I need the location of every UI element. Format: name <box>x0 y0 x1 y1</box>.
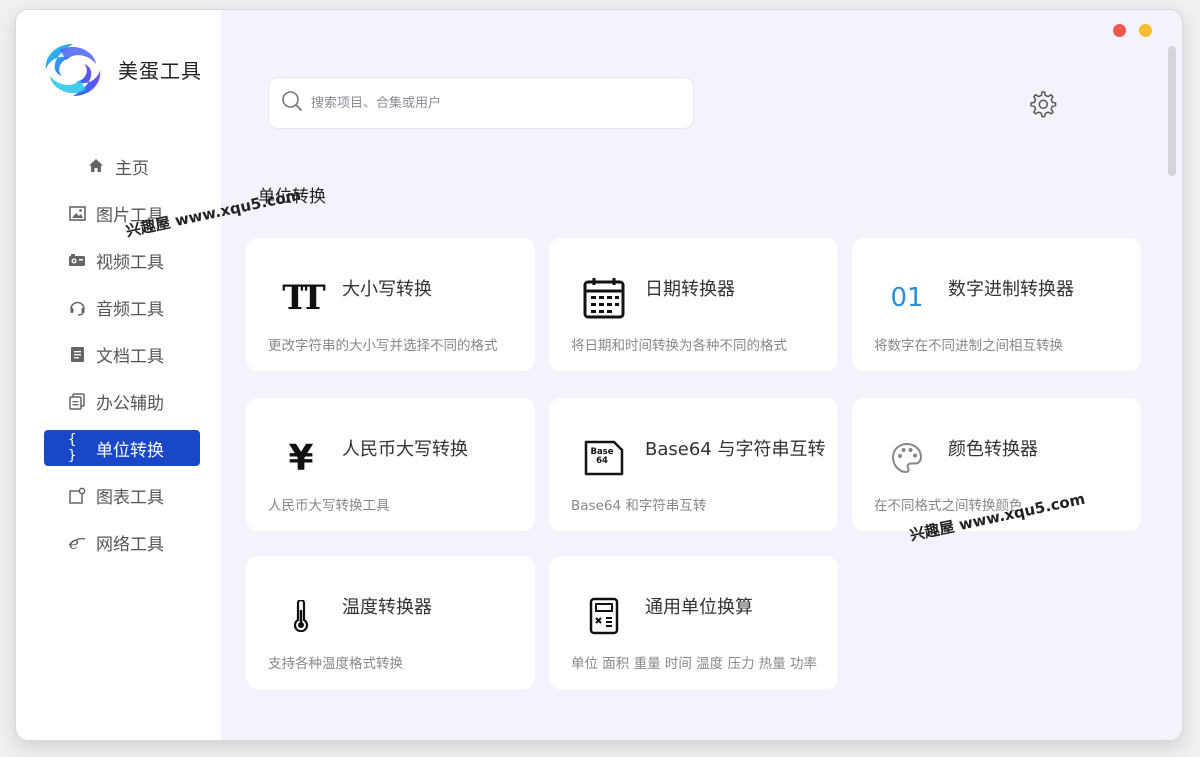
card-description: 人民币大写转换工具 <box>268 498 390 514</box>
card-title: 数字进制转换器 <box>948 279 1074 300</box>
chart-icon <box>68 486 86 504</box>
close-window-button[interactable] <box>1113 24 1126 37</box>
search-icon <box>281 90 303 116</box>
sidebar-item-network-tools[interactable]: e 网络工具 <box>44 524 200 560</box>
base64-file-icon: Base 64 <box>582 436 626 480</box>
sidebar-item-home[interactable]: 主页 <box>44 148 200 184</box>
sidebar-item-label: 办公辅助 <box>96 393 164 414</box>
sidebar-item-office-assist[interactable]: 办公辅助 <box>44 383 200 419</box>
tool-card-date-converter[interactable]: 日期转换器 将日期和时间转换为各种不同的格式 <box>549 238 838 371</box>
sidebar-item-document-tools[interactable]: 文档工具 <box>44 336 200 372</box>
tool-card-base64[interactable]: Base 64 Base64 与字符串互转 Base64 和字符串互转 <box>549 398 838 531</box>
browser-icon: e <box>68 533 86 551</box>
sidebar-item-video-tools[interactable]: 视频工具 <box>44 242 200 278</box>
sidebar-item-label: 图表工具 <box>96 487 164 508</box>
scrollbar[interactable] <box>1166 40 1176 730</box>
scrollbar-thumb[interactable] <box>1168 46 1176 176</box>
card-title: 人民币大写转换 <box>342 439 468 460</box>
tool-card-temperature-converter[interactable]: 温度转换器 支持各种温度格式转换 <box>246 556 535 689</box>
palette-icon <box>885 436 929 480</box>
document-icon <box>68 345 86 363</box>
tool-card-number-base-converter[interactable]: 01 数字进制转换器 将数字在不同进制之间相互转换 <box>852 238 1141 371</box>
home-icon <box>87 157 105 175</box>
yuan-icon: ¥ <box>288 437 314 479</box>
sidebar-item-label: 文档工具 <box>96 346 164 367</box>
text-case-icon: TT <box>282 278 325 318</box>
sidebar: 美蛋工具 主页 图片工具 视频工具 音频工具 文档工具 办公辅助 {} 单位转… <box>16 10 221 740</box>
sidebar-item-label: 单位转换 <box>96 440 164 461</box>
sidebar-item-chart-tools[interactable]: 图表工具 <box>44 477 200 513</box>
card-title: 日期转换器 <box>645 279 735 300</box>
search-bar[interactable] <box>268 77 694 129</box>
search-input[interactable] <box>311 95 671 111</box>
card-description: 单位 面积 重量 时间 温度 压力 热量 功率 <box>571 656 818 672</box>
headphones-icon <box>68 298 86 316</box>
card-title: 颜色转换器 <box>948 439 1038 460</box>
card-title: Base64 与字符串互转 <box>645 439 826 460</box>
sidebar-item-audio-tools[interactable]: 音频工具 <box>44 289 200 325</box>
binary-icon: 01 <box>890 283 924 313</box>
gear-icon <box>1030 91 1057 118</box>
tool-card-rmb-uppercase[interactable]: ¥ 人民币大写转换 人民币大写转换工具 <box>246 398 535 531</box>
card-description: 将数字在不同进制之间相互转换 <box>874 338 1063 354</box>
sidebar-item-label: 视频工具 <box>96 252 164 273</box>
card-description: Base64 和字符串互转 <box>571 498 707 514</box>
tool-card-case-converter[interactable]: TT 大小写转换 更改字符串的大小写并选择不同的格式 <box>246 238 535 371</box>
card-description: 将日期和时间转换为各种不同的格式 <box>571 338 787 354</box>
card-description: 支持各种温度格式转换 <box>268 656 403 672</box>
sidebar-item-unit-conversion[interactable]: { } 单位转换 <box>44 430 200 466</box>
app-logo <box>45 44 101 96</box>
card-title: 温度转换器 <box>342 597 432 618</box>
image-icon <box>68 204 86 222</box>
settings-button[interactable] <box>1027 89 1057 119</box>
card-title: 大小写转换 <box>342 279 432 300</box>
svg-text:e: e <box>69 534 79 551</box>
calendar-icon <box>582 276 626 320</box>
card-description: 更改字符串的大小写并选择不同的格式 <box>268 338 498 354</box>
calculator-icon <box>582 594 626 638</box>
sidebar-item-label: 网络工具 <box>96 534 164 555</box>
copy-icon <box>68 392 86 410</box>
tool-card-unit-conversion[interactable]: 通用单位换算 单位 面积 重量 时间 温度 压力 热量 功率 <box>549 556 838 689</box>
braces-icon: { } <box>68 432 77 464</box>
sidebar-item-label: 主页 <box>115 158 149 179</box>
app-window: 美蛋工具 主页 图片工具 视频工具 音频工具 文档工具 办公辅助 {} 单位转… <box>16 10 1182 740</box>
video-icon <box>68 251 86 269</box>
sidebar-item-label: 音频工具 <box>96 299 164 320</box>
card-title: 通用单位换算 <box>645 597 753 618</box>
base64-icon-label: Base 64 <box>590 447 614 466</box>
minimize-window-button[interactable] <box>1139 24 1152 37</box>
app-title: 美蛋工具 <box>118 59 202 83</box>
thermometer-icon <box>279 594 323 638</box>
